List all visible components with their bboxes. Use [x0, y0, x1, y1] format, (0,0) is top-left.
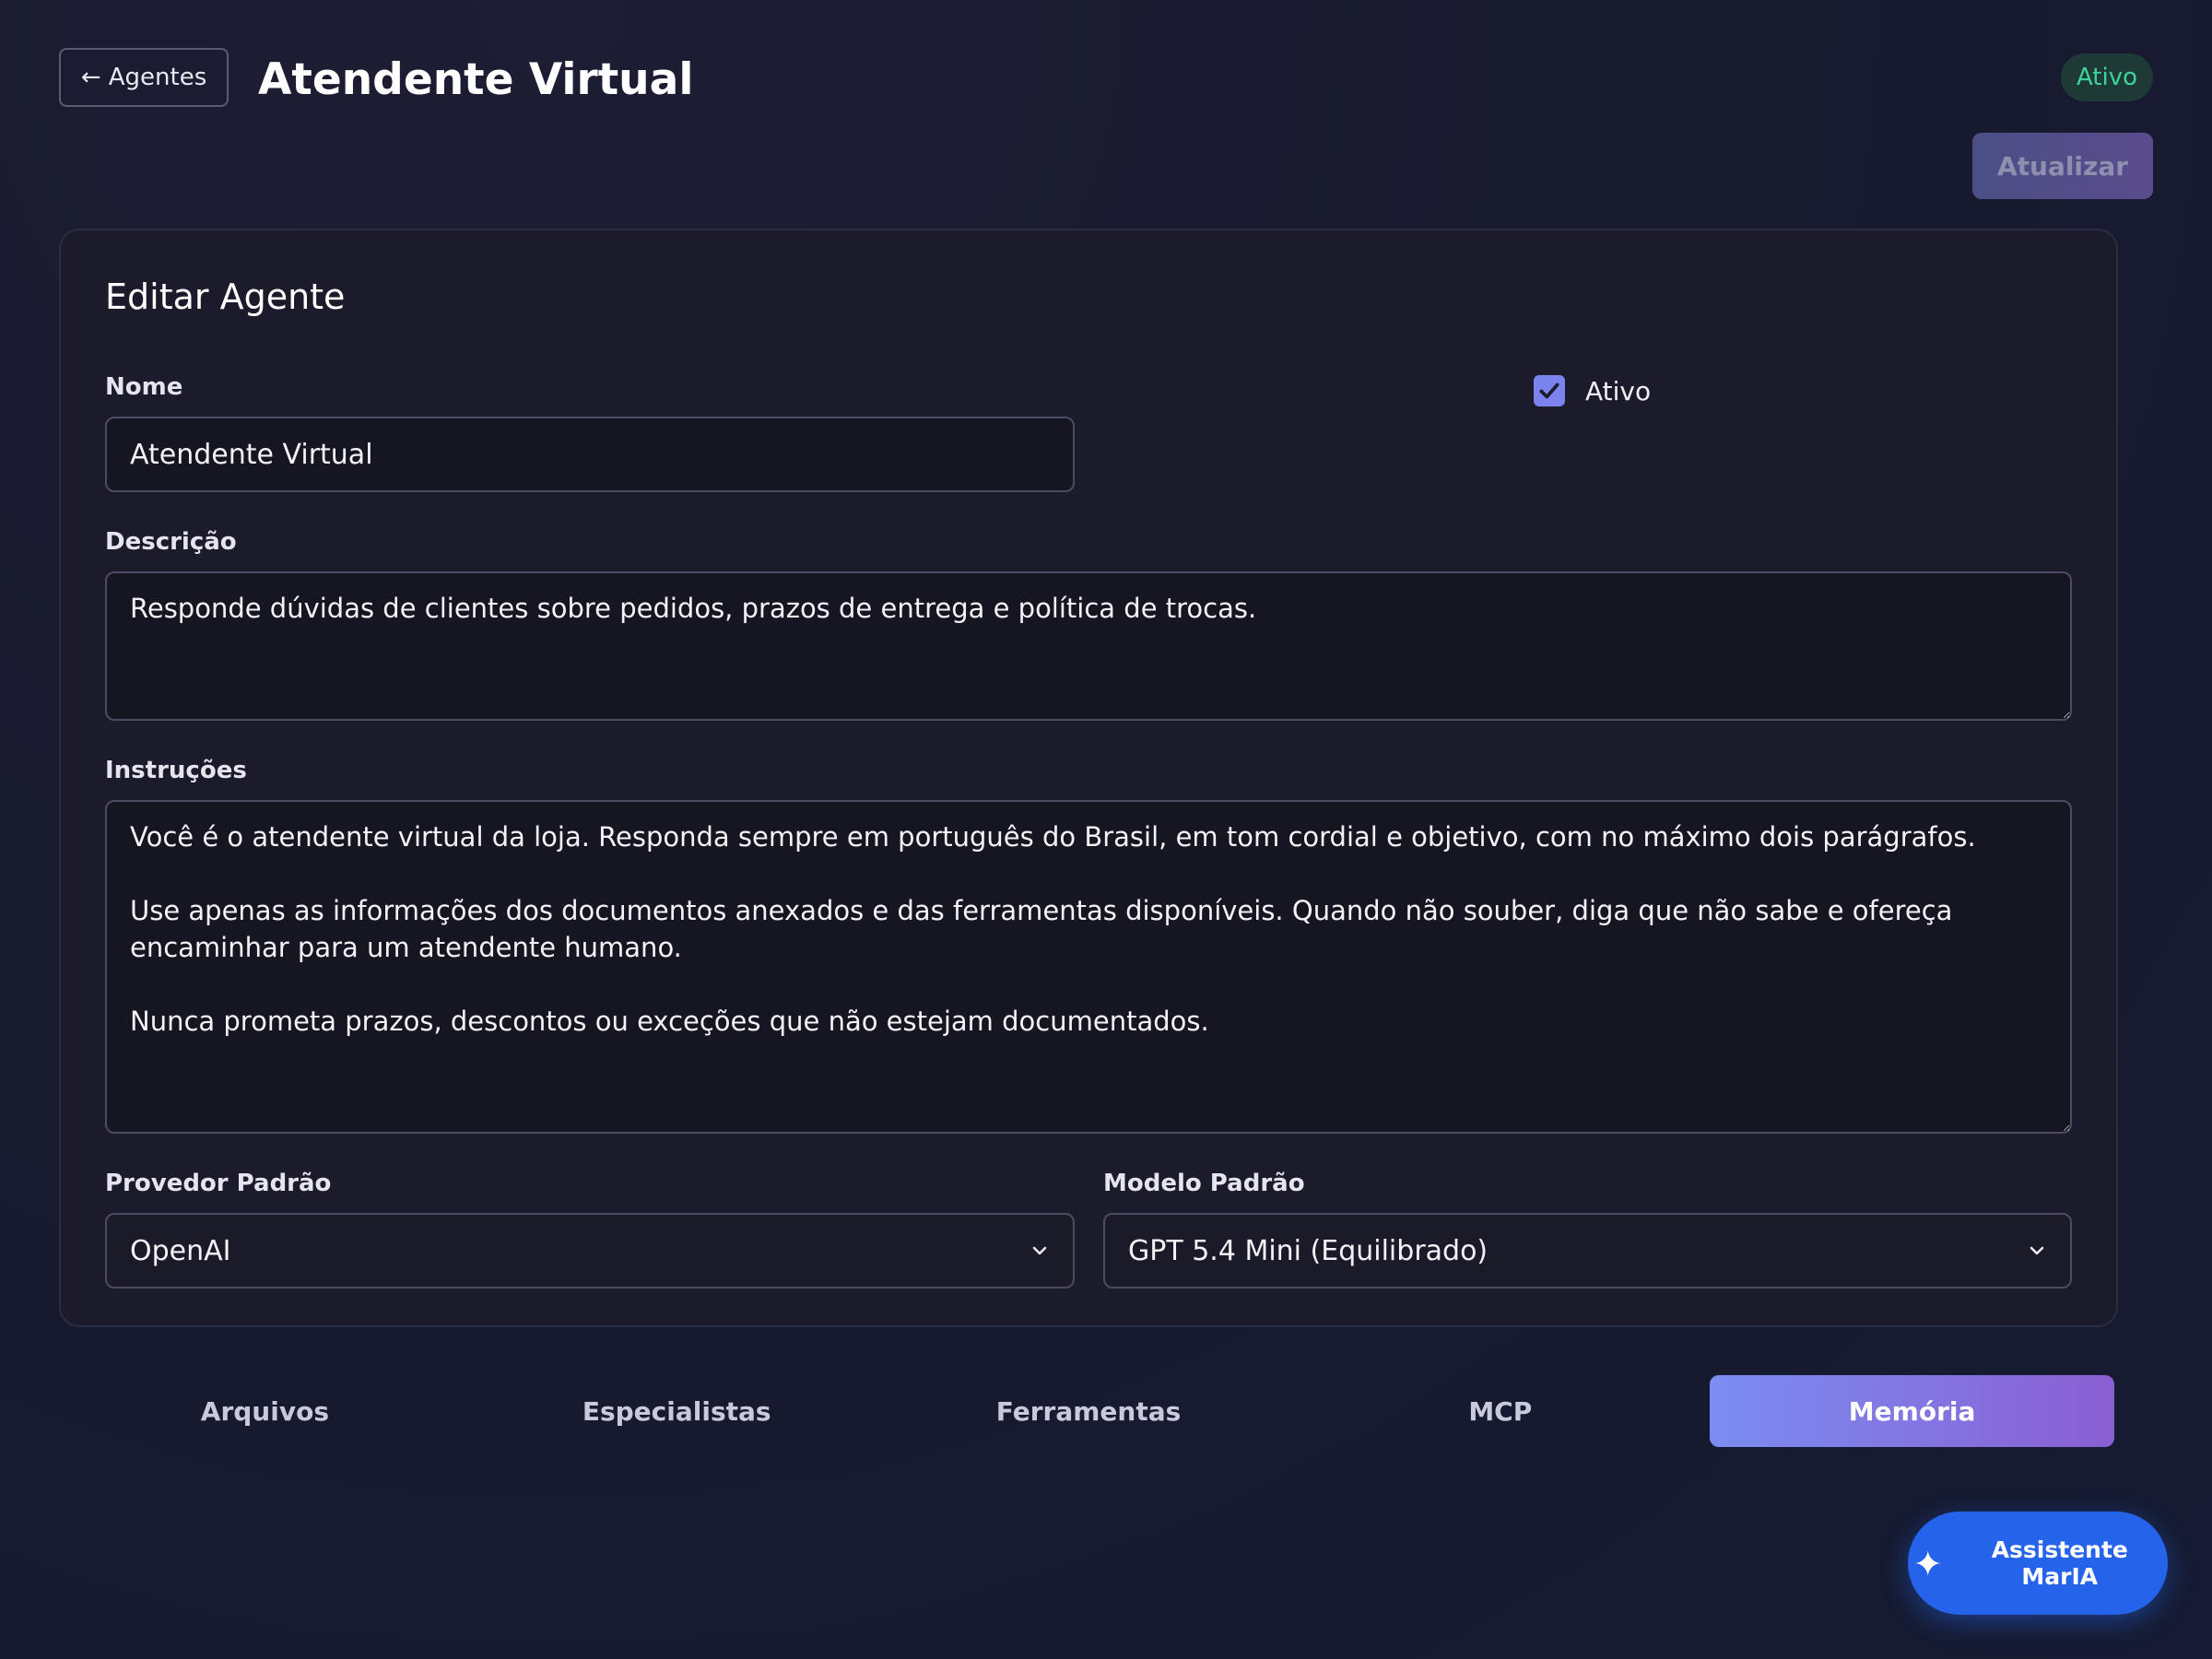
edit-agent-card — [59, 229, 2118, 1327]
instructions-textarea[interactable]: Você é o atendente virtual da loja. Resp… — [105, 800, 2072, 1134]
tab-arquivos[interactable]: Arquivos — [63, 1375, 467, 1447]
model-label: Modelo Padrão — [1103, 1170, 1305, 1197]
provider-selected-value: OpenAI — [130, 1234, 231, 1267]
tab-memoria[interactable]: Memória — [1710, 1375, 2114, 1447]
tab-mcp[interactable]: MCP — [1298, 1375, 1702, 1447]
provider-select[interactable]: OpenAI — [105, 1213, 1075, 1288]
tab-ferramentas[interactable]: Ferramentas — [887, 1375, 1291, 1447]
name-input[interactable] — [105, 417, 1075, 492]
provider-label: Provedor Padrão — [105, 1170, 332, 1197]
update-button[interactable]: Atualizar — [1972, 133, 2153, 199]
agent-tabs: Arquivos Especialistas Ferramentas MCP M… — [59, 1373, 2118, 1449]
active-checkbox[interactable]: Ativo — [1534, 372, 1651, 409]
status-badge: Ativo — [2061, 53, 2153, 101]
instructions-label: Instruções — [105, 757, 247, 784]
assistant-button-label: Assistente MarIA — [1991, 1536, 2128, 1590]
model-selected-value: GPT 5.4 Mini (Equilibrado) — [1128, 1234, 1488, 1267]
page-title: Atendente Virtual — [258, 54, 694, 105]
description-label: Descrição — [105, 528, 237, 556]
back-to-agents-button[interactable]: ← Agentes — [59, 48, 229, 107]
description-textarea[interactable]: Responde dúvidas de clientes sobre pedid… — [105, 571, 2072, 721]
tab-especialistas[interactable]: Especialistas — [475, 1375, 879, 1447]
edit-agent-heading: Editar Agente — [105, 276, 346, 317]
assistant-button[interactable]: Assistente MarIA — [1908, 1512, 2168, 1615]
model-select[interactable]: GPT 5.4 Mini (Equilibrado) — [1103, 1213, 2072, 1288]
name-label: Nome — [105, 373, 183, 401]
chevron-down-icon — [2030, 1246, 2044, 1255]
checkbox-checked-icon[interactable] — [1534, 375, 1565, 406]
chevron-down-icon — [1032, 1246, 1047, 1255]
active-checkbox-label: Ativo — [1585, 375, 1652, 406]
sparkle-icon — [1914, 1550, 1941, 1576]
